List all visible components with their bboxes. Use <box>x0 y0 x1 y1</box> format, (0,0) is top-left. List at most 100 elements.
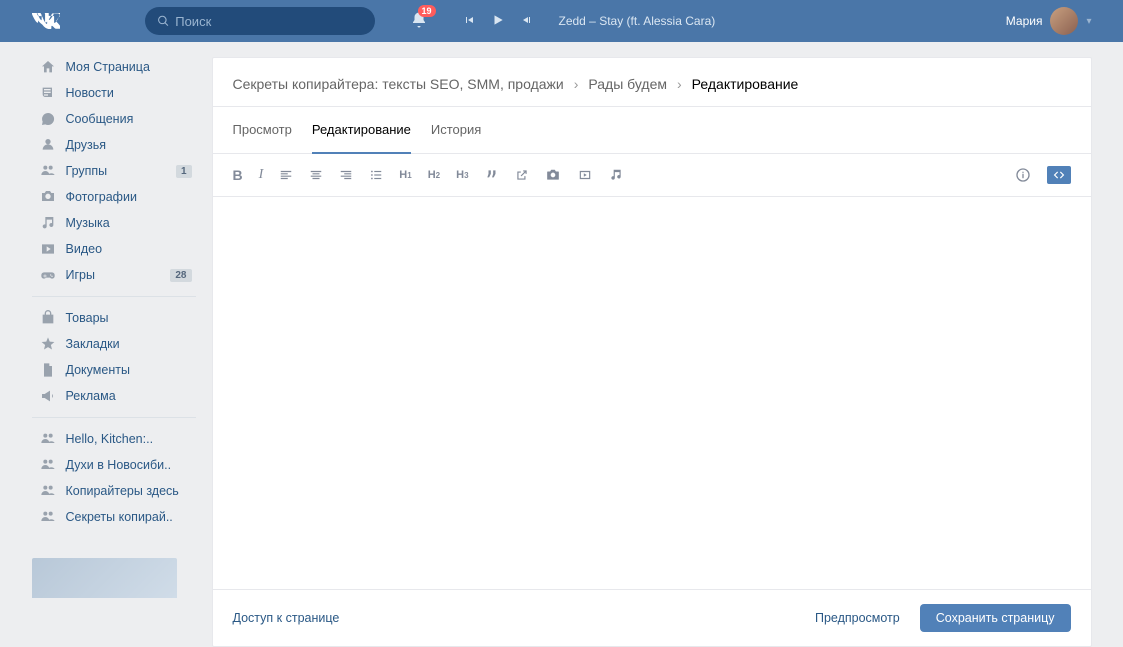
doc-icon <box>38 362 58 378</box>
sidebar-item-label: Hello, Kitchen:.. <box>66 432 154 446</box>
align-left-button[interactable] <box>279 168 293 182</box>
sidebar-item[interactable]: Игры 28 <box>32 262 196 288</box>
video-icon <box>38 241 58 257</box>
sidebar-item[interactable]: Группы 1 <box>32 158 196 184</box>
sidebar-item-label: Друзья <box>66 138 107 152</box>
sidebar-item-label: Закладки <box>66 337 120 351</box>
sidebar-item-label: Видео <box>66 242 103 256</box>
sidebar-item-label: Музыка <box>66 216 110 230</box>
avatar <box>1050 7 1078 35</box>
sidebar-item[interactable]: Новости <box>32 80 196 106</box>
tab-edit[interactable]: Редактирование <box>312 107 411 154</box>
chevron-down-icon: ▾ <box>1086 16 1091 27</box>
current-track[interactable]: Zedd – Stay (ft. Alessia Cara) <box>559 14 716 28</box>
vk-logo[interactable] <box>32 13 60 29</box>
sidebar-separator <box>32 417 196 418</box>
photo-button[interactable] <box>545 168 561 182</box>
info-button[interactable] <box>1015 167 1031 183</box>
video-icon <box>577 168 593 182</box>
play-button[interactable] <box>491 13 505 30</box>
bag-icon <box>38 310 58 326</box>
prev-track-button[interactable] <box>463 14 475 29</box>
access-link[interactable]: Доступ к странице <box>233 611 340 625</box>
sidebar-item[interactable]: Товары <box>32 305 196 331</box>
align-center-button[interactable] <box>309 168 323 182</box>
sidebar-separator <box>32 296 196 297</box>
users-icon <box>38 509 58 525</box>
notifications-button[interactable]: 19 <box>410 11 428 32</box>
sidebar-item-label: Духи в Новосиби.. <box>66 458 172 472</box>
next-track-button[interactable] <box>521 14 533 29</box>
h1-button[interactable]: H1 <box>399 169 411 181</box>
sidebar-item-label: Сообщения <box>66 112 134 126</box>
h2-button[interactable]: H2 <box>428 169 440 181</box>
sidebar-item[interactable]: Видео <box>32 236 196 262</box>
user-menu[interactable]: Мария ▾ <box>1006 7 1092 35</box>
users-icon <box>38 163 58 179</box>
sidebar-item[interactable]: Реклама <box>32 383 196 409</box>
quote-button[interactable] <box>485 168 499 182</box>
sidebar-item[interactable]: Секреты копирай.. <box>32 504 196 530</box>
ad-block[interactable] <box>32 558 196 598</box>
italic-button[interactable]: I <box>259 167 264 183</box>
skip-back-icon <box>463 14 475 26</box>
sidebar-item-label: Игры <box>66 268 95 282</box>
camera-icon <box>545 168 561 182</box>
audio-player: Zedd – Stay (ft. Alessia Cara) <box>463 13 716 30</box>
sidebar-item-label: Моя Страница <box>66 60 150 74</box>
sidebar-item-label: Новости <box>66 86 114 100</box>
sidebar-item[interactable]: Копирайтеры здесь <box>32 478 196 504</box>
music-icon <box>38 215 58 231</box>
search-box[interactable] <box>145 7 375 35</box>
users-icon <box>38 483 58 499</box>
search-icon <box>157 14 170 28</box>
code-icon <box>1051 168 1067 182</box>
breadcrumb-current: Редактирование <box>692 76 799 92</box>
bullet-list-button[interactable] <box>369 168 383 182</box>
msg-icon <box>38 111 58 127</box>
sidebar-item[interactable]: Моя Страница <box>32 54 196 80</box>
save-button[interactable]: Сохранить страницу <box>920 604 1071 632</box>
main-content: Секреты копирайтера: тексты SEO, SMM, пр… <box>212 57 1092 647</box>
ads-icon <box>38 388 58 404</box>
sidebar-item[interactable]: Сообщения <box>32 106 196 132</box>
users-icon <box>38 431 58 447</box>
align-left-icon <box>279 168 293 182</box>
list-icon <box>369 168 383 182</box>
video-button[interactable] <box>577 168 593 182</box>
sidebar-item[interactable]: Фотографии <box>32 184 196 210</box>
breadcrumb: Секреты копирайтера: тексты SEO, SMM, пр… <box>213 58 1091 107</box>
audio-button[interactable] <box>609 168 623 182</box>
sidebar-item[interactable]: Музыка <box>32 210 196 236</box>
breadcrumb-root[interactable]: Секреты копирайтера: тексты SEO, SMM, пр… <box>233 76 564 92</box>
sidebar-badge: 1 <box>176 165 192 178</box>
breadcrumb-mid[interactable]: Рады будем <box>588 76 667 92</box>
tab-preview[interactable]: Просмотр <box>233 107 292 154</box>
editor-footer: Доступ к странице Предпросмотр Сохранить… <box>213 589 1091 646</box>
wiki-editor-area[interactable] <box>213 197 1091 589</box>
skip-forward-icon <box>521 14 533 26</box>
preview-link[interactable]: Предпросмотр <box>815 611 900 625</box>
code-view-button[interactable] <box>1047 166 1071 184</box>
sidebar-item[interactable]: Закладки <box>32 331 196 357</box>
sidebar-item[interactable]: Друзья <box>32 132 196 158</box>
sidebar-item[interactable]: Hello, Kitchen:.. <box>32 426 196 452</box>
link-button[interactable] <box>515 168 529 182</box>
sidebar-item-label: Товары <box>66 311 109 325</box>
sidebar-item[interactable]: Духи в Новосиби.. <box>32 452 196 478</box>
sidebar-item[interactable]: Документы <box>32 357 196 383</box>
sidebar-badge: 28 <box>170 269 191 282</box>
home-icon <box>38 59 58 75</box>
user-name: Мария <box>1006 14 1043 28</box>
chevron-right-icon: › <box>677 76 682 92</box>
h3-button[interactable]: H3 <box>456 169 468 181</box>
sidebar-item-label: Секреты копирай.. <box>66 510 173 524</box>
bold-button[interactable]: B <box>233 167 243 183</box>
tab-history[interactable]: История <box>431 107 481 154</box>
quote-icon <box>485 168 499 182</box>
search-input[interactable] <box>175 14 362 29</box>
sidebar-item-label: Группы <box>66 164 108 178</box>
align-right-button[interactable] <box>339 168 353 182</box>
user-icon <box>38 137 58 153</box>
users-icon <box>38 457 58 473</box>
